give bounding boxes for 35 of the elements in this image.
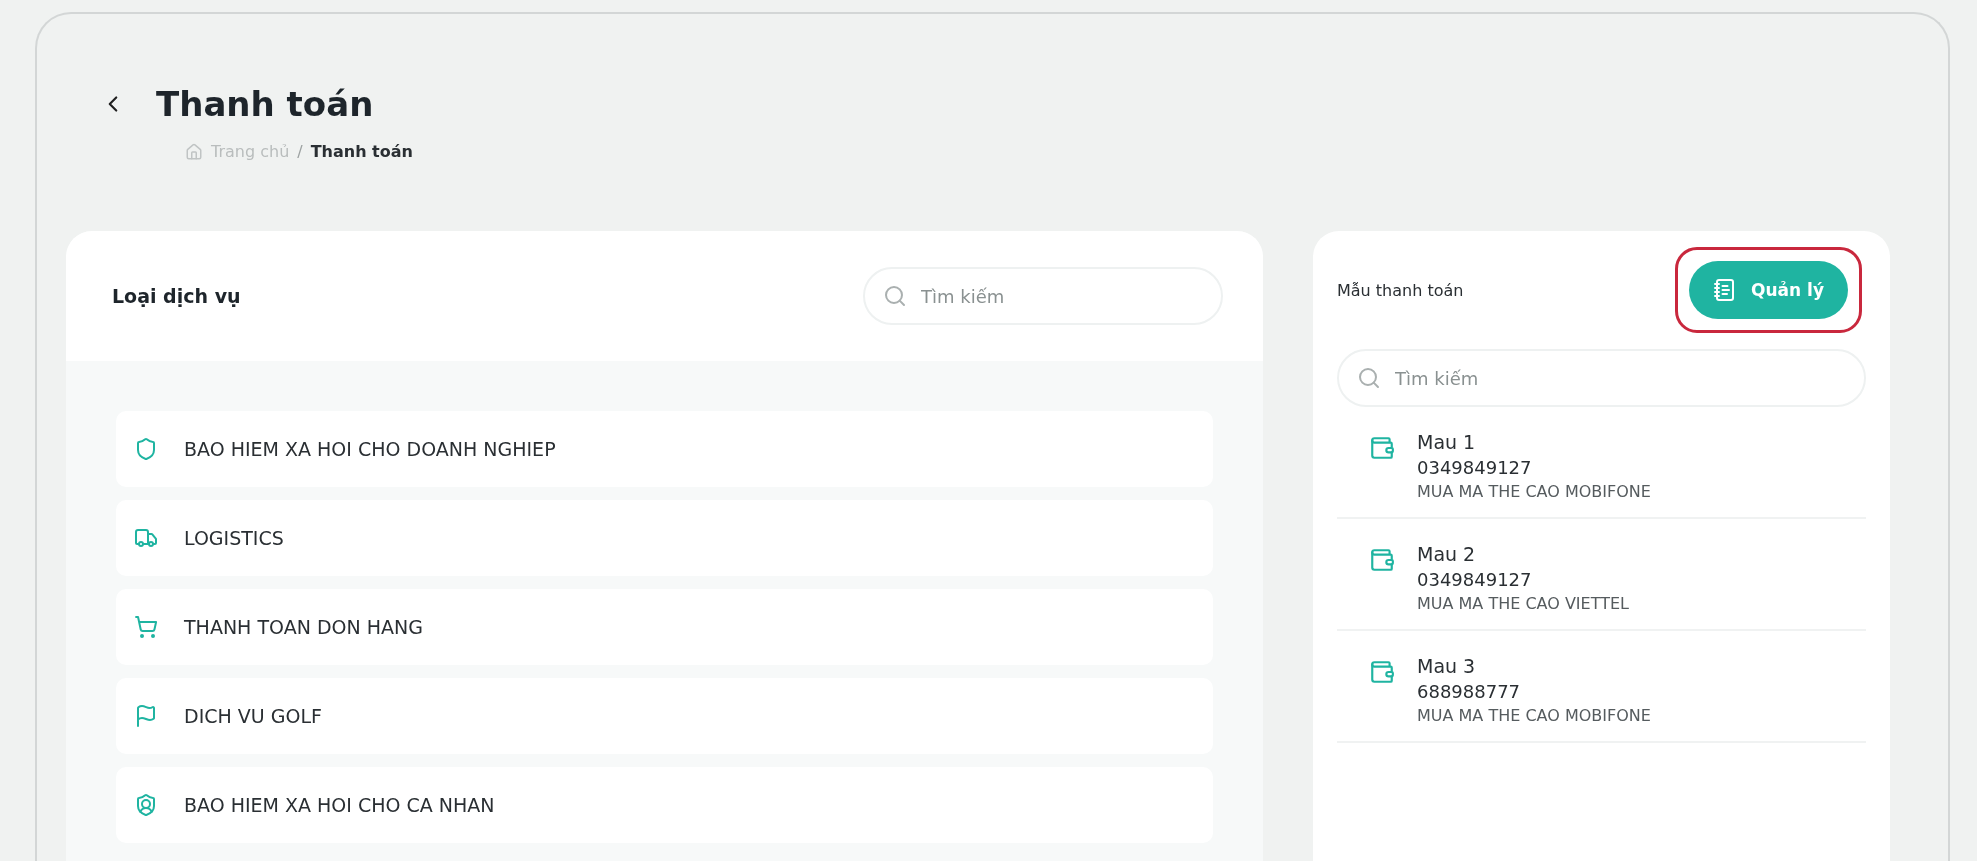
- template-description: MUA MA THE CAO MOBIFONE: [1417, 706, 1651, 725]
- template-number: 688988777: [1417, 681, 1522, 702]
- search-icon: [1357, 366, 1381, 390]
- wallet-icon: [1369, 547, 1395, 573]
- template-description: MUA MA THE CAO VIETTEL: [1417, 594, 1629, 613]
- service-item[interactable]: DICH VU GOLF: [116, 678, 1213, 754]
- search-icon: [883, 284, 907, 308]
- page-title: Thanh toán: [156, 84, 374, 124]
- template-name: Mau 1: [1417, 431, 1477, 453]
- template-name: Mau 3: [1417, 655, 1477, 677]
- card-title: Mẫu thanh toán: [1337, 280, 1464, 300]
- template-item[interactable]: Mau 2 0349849127 MUA MA THE CAO VIETTEL: [1337, 519, 1866, 631]
- template-name: Mau 2: [1417, 543, 1477, 565]
- service-item[interactable]: BAO HIEM XA HOI CHO DOANH NGHIEP: [116, 411, 1213, 487]
- service-item[interactable]: BAO HIEM XA HOI CHO CA NHAN: [116, 767, 1213, 843]
- service-icon: [134, 615, 158, 639]
- service-item[interactable]: LOGISTICS: [116, 500, 1213, 576]
- template-description: MUA MA THE CAO MOBIFONE: [1417, 482, 1651, 501]
- template-item[interactable]: Mau 3 688988777 MUA MA THE CAO MOBIFONE: [1337, 631, 1866, 743]
- template-number: 0349849127: [1417, 569, 1533, 590]
- template-number: 0349849127: [1417, 457, 1533, 478]
- wallet-icon: [1369, 659, 1395, 685]
- home-icon: [185, 142, 203, 161]
- card-title: Loại dịch vụ: [112, 285, 241, 307]
- search-field[interactable]: Tìm kiếm: [1337, 349, 1866, 407]
- service-item[interactable]: THANH TOAN DON HANG: [116, 589, 1213, 665]
- breadcrumb-separator: /: [297, 142, 303, 161]
- service-icon: [134, 437, 158, 461]
- service-icon: [134, 793, 158, 817]
- breadcrumb-link[interactable]: Thanh toán: [310, 142, 413, 161]
- service-icon: [134, 704, 158, 728]
- wallet-icon: [1369, 435, 1395, 461]
- service-icon: [134, 526, 158, 550]
- template-item[interactable]: Mau 1 0349849127 MUA MA THE CAO MOBIFONE: [1337, 407, 1866, 519]
- search-field[interactable]: Tìm kiếm: [863, 267, 1223, 325]
